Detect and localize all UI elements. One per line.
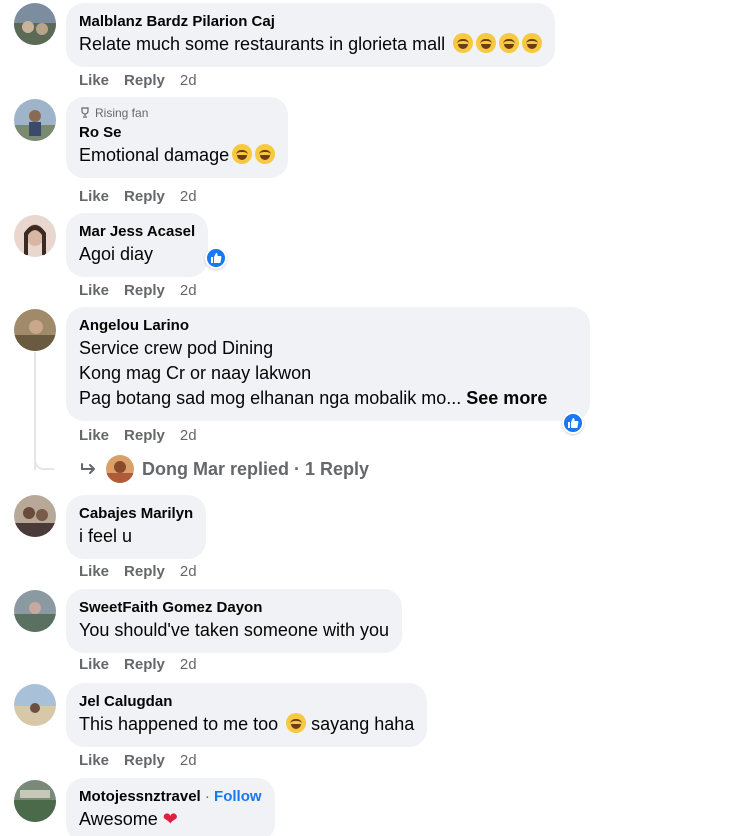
comment-author[interactable]: Malblanz Bardz Pilarion Caj xyxy=(79,12,542,32)
rofl-emoji-icon xyxy=(476,33,497,53)
reply-button[interactable]: Reply xyxy=(124,282,165,300)
comment-author[interactable]: Ro Se xyxy=(79,123,275,143)
comment-author[interactable]: SweetFaith Gomez Dayon xyxy=(79,598,389,618)
comment-time[interactable]: 2d xyxy=(180,282,197,300)
view-replies-button[interactable]: Dong Mar replied · 1 Reply xyxy=(80,455,369,483)
comment-bubble: Angelou Larino Service crew pod Dining K… xyxy=(66,307,590,421)
reply-button[interactable]: Reply xyxy=(124,656,165,674)
comment-actions: Like Reply 2d xyxy=(79,282,197,300)
reply-button[interactable]: Reply xyxy=(124,427,165,445)
avatar[interactable] xyxy=(14,495,56,537)
follow-button[interactable]: Follow xyxy=(214,788,262,805)
reply-button[interactable]: Reply xyxy=(124,563,165,581)
comment-text-line: Kong mag Cr or naay lakwon xyxy=(79,363,312,383)
comment-bubble: Rising fan Ro Se Emotional damage xyxy=(66,97,289,178)
like-reaction-icon[interactable] xyxy=(562,412,584,434)
replier-avatar xyxy=(106,455,134,483)
like-button[interactable]: Like xyxy=(79,282,109,300)
comment-text-line: Pag botang sad mog elhanan nga mobalik m… xyxy=(79,386,577,411)
comment-bubble: Mar Jess Acasel Agoi diay xyxy=(66,213,209,277)
comment-author[interactable]: Mar Jess Acasel xyxy=(79,222,195,242)
avatar[interactable] xyxy=(14,684,56,726)
like-button[interactable]: Like xyxy=(79,563,109,581)
separator-dot: · xyxy=(204,788,210,805)
comment-actions: Like Reply 2d xyxy=(79,427,197,445)
comment-time[interactable]: 2d xyxy=(180,427,197,445)
reply-button[interactable]: Reply xyxy=(124,752,165,770)
comment-author: Motojessnztravel · Follow xyxy=(79,787,262,807)
like-button[interactable]: Like xyxy=(79,656,109,674)
rofl-emoji-icon xyxy=(499,33,520,53)
comment-text-content: Awesome xyxy=(79,809,158,829)
like-reaction-icon[interactable] xyxy=(205,247,227,269)
rofl-emoji-icon xyxy=(522,33,543,53)
avatar[interactable] xyxy=(14,99,56,141)
avatar[interactable] xyxy=(14,780,56,822)
avatar[interactable] xyxy=(14,215,56,257)
red-heart-icon: ❤ xyxy=(162,809,178,829)
like-button[interactable]: Like xyxy=(79,427,109,445)
comment-text: This happened to me too sayang haha xyxy=(79,712,414,737)
thread-connector xyxy=(34,452,54,470)
comment-author[interactable]: Angelou Larino xyxy=(79,316,577,336)
comment-bubble: Motojessnztravel · Follow Awesome ❤ xyxy=(66,778,275,836)
comment-bubble: SweetFaith Gomez Dayon You should've tak… xyxy=(66,589,402,653)
avatar[interactable] xyxy=(14,590,56,632)
see-more-link[interactable]: See more xyxy=(466,388,547,408)
reply-summary-text[interactable]: Dong Mar replied · 1 Reply xyxy=(142,459,369,480)
tears-of-joy-emoji-icon xyxy=(286,713,307,733)
like-button[interactable]: Like xyxy=(79,188,109,206)
comment-author[interactable]: Jel Calugdan xyxy=(79,692,414,712)
badge-label: Rising fan xyxy=(95,106,149,120)
comment-actions: Like Reply 2d xyxy=(79,752,197,770)
comment-bubble: Cabajes Marilyn i feel u xyxy=(66,495,207,559)
trophy-icon xyxy=(81,107,89,118)
comment-actions: Like Reply 2d xyxy=(79,188,197,206)
comment-text-content: Pag botang sad mog elhanan nga mobalik m… xyxy=(79,388,462,408)
comment-actions: Like Reply 2d xyxy=(79,656,197,674)
comment-text: Emotional damage xyxy=(79,143,276,168)
author-name[interactable]: Motojessnztravel xyxy=(79,788,201,805)
comment-author[interactable]: Cabajes Marilyn xyxy=(79,504,193,524)
comment-text: i feel u xyxy=(79,526,133,546)
comment-bubble: Jel Calugdan This happened to me too say… xyxy=(66,683,428,747)
comment-time[interactable]: 2d xyxy=(180,188,197,206)
reply-button[interactable]: Reply xyxy=(124,188,165,206)
comment-bubble: Malblanz Bardz Pilarion Caj Relate much … xyxy=(66,3,556,67)
tears-of-joy-emoji-icon xyxy=(255,144,276,164)
rising-fan-badge: Rising fan xyxy=(79,105,275,121)
comment-time[interactable]: 2d xyxy=(180,563,197,581)
comment-actions: Like Reply 2d xyxy=(79,563,197,581)
comment-text: Awesome ❤ xyxy=(79,807,262,832)
comment-time[interactable]: 2d xyxy=(180,656,197,674)
comment-actions: Like Reply 2d xyxy=(79,72,197,90)
comment-text-content: This happened to me too xyxy=(79,714,279,734)
comment-text-content: sayang haha xyxy=(306,714,415,734)
comment-text: Agoi diay xyxy=(79,244,154,264)
comment-time[interactable]: 2d xyxy=(180,72,197,90)
comment-text: You should've taken someone with you xyxy=(79,620,389,640)
like-button[interactable]: Like xyxy=(79,72,109,90)
tears-of-joy-emoji-icon xyxy=(232,144,253,164)
comment-text-line: Service crew pod Dining xyxy=(79,338,274,358)
reply-button[interactable]: Reply xyxy=(124,72,165,90)
comment-text: Relate much some restaurants in glorieta… xyxy=(79,32,543,57)
reply-arrow-icon xyxy=(81,463,95,474)
comment-text-content: Relate much some restaurants in glorieta… xyxy=(79,34,446,54)
comment-text-content: Emotional damage xyxy=(79,145,230,165)
avatar[interactable] xyxy=(14,3,56,45)
comment-time[interactable]: 2d xyxy=(180,752,197,770)
rofl-emoji-icon xyxy=(453,33,474,53)
like-button[interactable]: Like xyxy=(79,752,109,770)
avatar[interactable] xyxy=(14,309,56,351)
